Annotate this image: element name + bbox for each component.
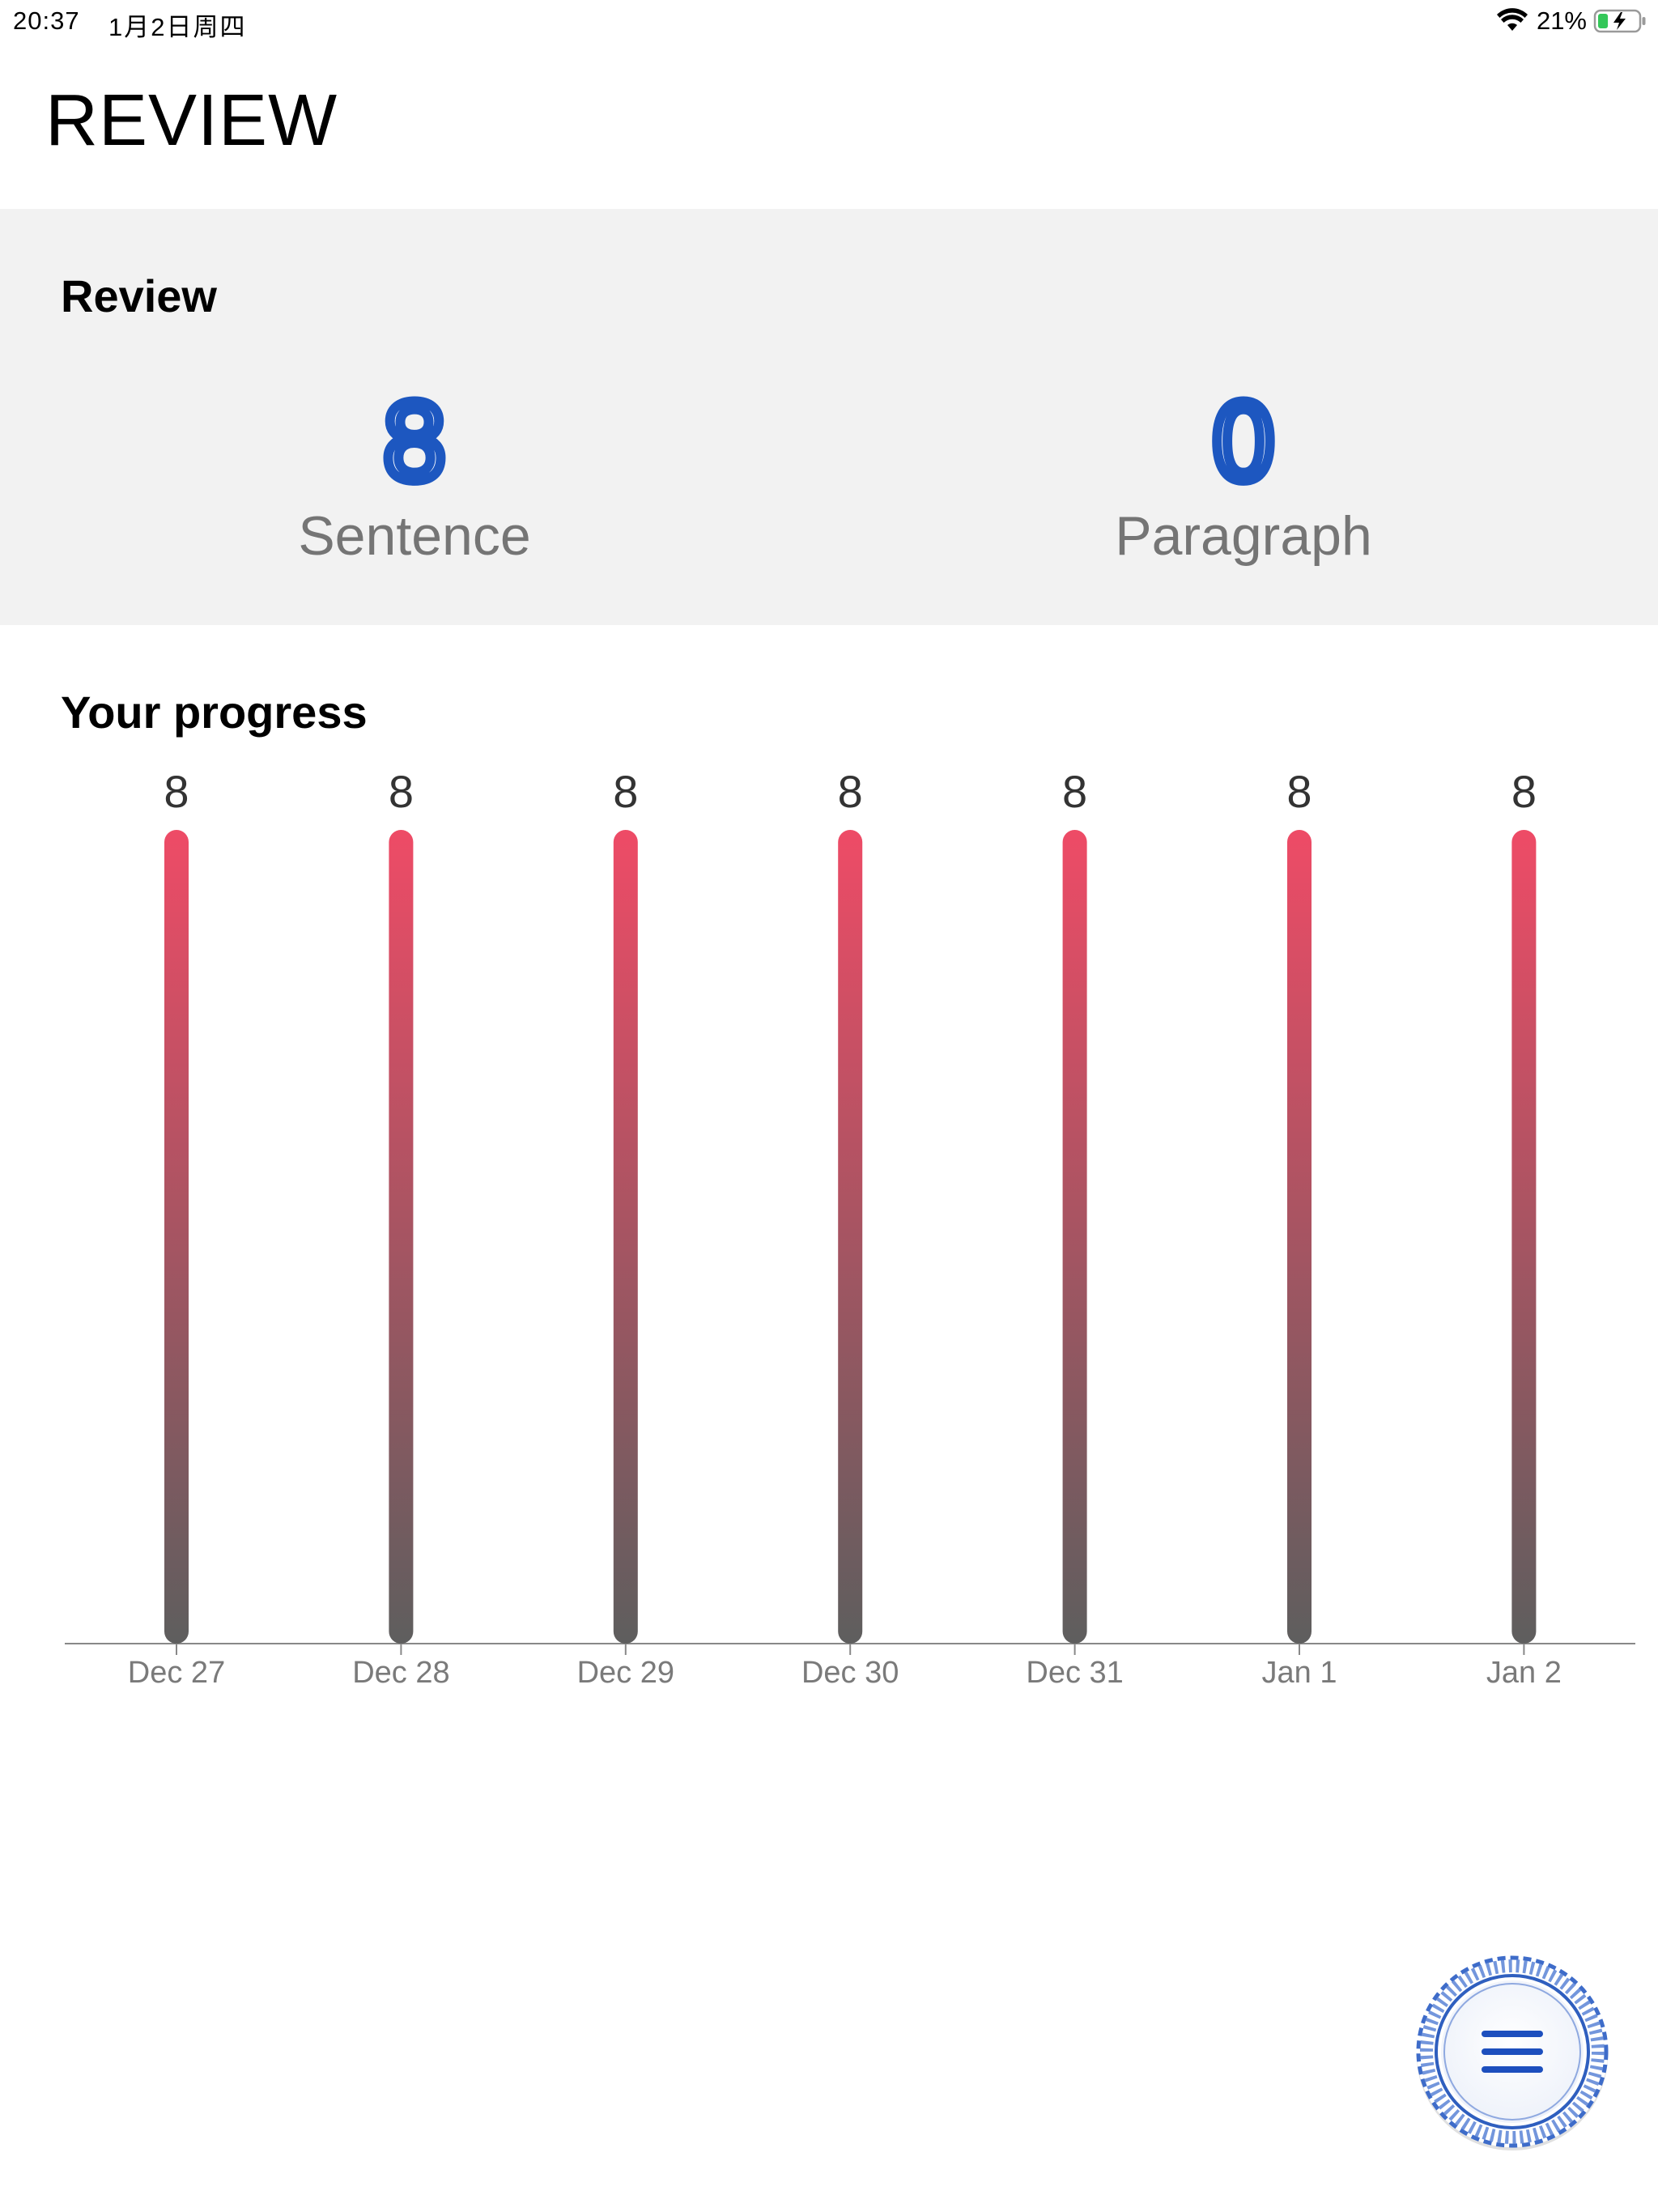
x-tick-label: Jan 1 <box>1262 1656 1337 1690</box>
bar-value-label: 8 <box>613 766 638 817</box>
sentence-count-value: 8 <box>381 392 449 489</box>
page-title: REVIEW <box>45 80 338 161</box>
progress-chart: 8 Dec 27 8 Dec 28 8 Dec 29 8 Dec 30 8 Dec 31 8 Jan … <box>65 766 1635 1690</box>
chart-bar <box>838 830 863 1644</box>
chart-bar <box>1287 830 1312 1644</box>
menu-button[interactable] <box>1414 1953 1611 2150</box>
status-indicators: 21% <box>1496 5 1647 37</box>
status-bar: 20:37 1月2日周四 21% <box>0 0 1658 45</box>
chart-bar <box>613 830 638 1644</box>
bar-value-label: 8 <box>1511 766 1537 817</box>
paragraph-stat[interactable]: 0 Paragraph <box>829 392 1658 564</box>
chart-bar <box>1062 830 1087 1644</box>
x-tick-label: Dec 29 <box>577 1656 674 1690</box>
battery-percent: 21% <box>1536 6 1587 35</box>
bar-value-label: 8 <box>838 766 863 817</box>
sentence-count: 8 <box>376 392 453 489</box>
paragraph-label: Paragraph <box>1115 505 1372 567</box>
sentence-stat[interactable]: 8 Sentence <box>0 392 829 564</box>
wifi-icon <box>1496 8 1528 31</box>
x-tick-label: Dec 31 <box>1026 1656 1123 1690</box>
x-tick-label: Dec 30 <box>801 1656 899 1690</box>
sentence-label: Sentence <box>298 505 531 567</box>
paragraph-count: 0 <box>1205 392 1282 489</box>
chart-bar <box>1511 830 1537 1644</box>
bar-value-label: 8 <box>1062 766 1087 817</box>
menu-icon <box>1416 1955 1609 2150</box>
paragraph-count-value: 0 <box>1210 392 1278 489</box>
review-heading: Review <box>61 270 217 321</box>
battery-charging-icon <box>1593 9 1646 33</box>
status-date: 1月2日周四 <box>108 13 247 41</box>
x-tick-label: Jan 2 <box>1486 1656 1562 1690</box>
x-tick-label: Dec 28 <box>352 1656 449 1690</box>
chart-bar <box>389 830 414 1644</box>
bar-value-label: 8 <box>164 766 189 817</box>
bar-value-label: 8 <box>389 766 414 817</box>
x-tick-label: Dec 27 <box>128 1656 225 1690</box>
review-summary-panel: Review 8 Sentence 0 Paragraph <box>0 209 1658 625</box>
bar-value-label: 8 <box>1286 766 1312 817</box>
status-time: 20:37 <box>13 6 80 35</box>
chart-bar <box>164 830 189 1644</box>
